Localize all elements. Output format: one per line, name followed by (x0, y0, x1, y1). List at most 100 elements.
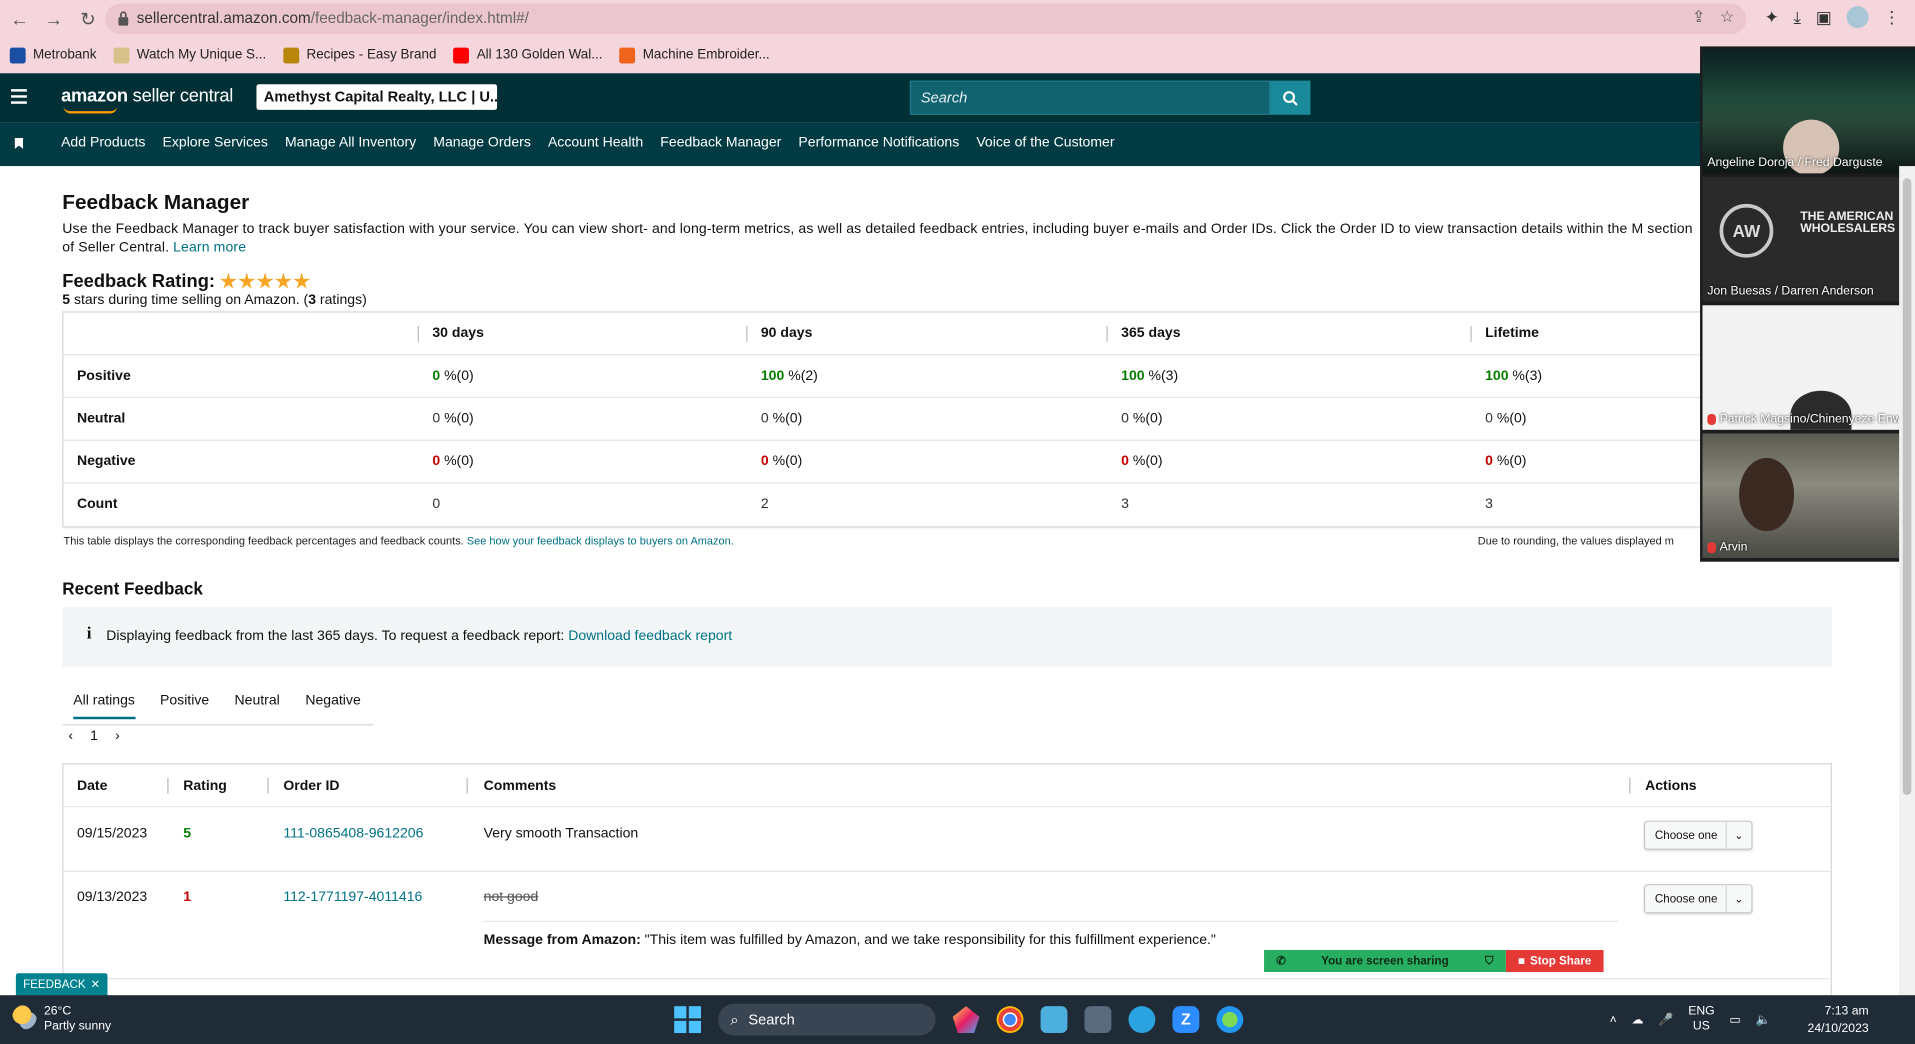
order-id-link[interactable]: 111-0865408-9612206 (283, 827, 423, 842)
zoom-icon[interactable]: Z (1172, 1006, 1200, 1034)
download-report-link[interactable]: Download feedback report (568, 629, 732, 644)
nav-item[interactable]: Performance Notifications (798, 136, 959, 151)
chevron-up-icon[interactable]: ˄ (1610, 1013, 1617, 1026)
weather-widget[interactable]: 26°C Partly sunny (12, 1004, 111, 1034)
bookmark-item[interactable]: Recipes - Easy Brand (283, 47, 436, 63)
screen-share-bar: ✆ You are screen sharing ⛉ ■ Stop Share (1264, 950, 1604, 972)
bookmark-item[interactable]: Watch My Unique S... (113, 47, 266, 63)
info-icon: i (86, 625, 92, 644)
bookmark-favicon-icon (619, 47, 636, 63)
reload-icon[interactable]: ↻ (76, 7, 100, 31)
amazon-seller-central-logo[interactable]: amazon seller central (61, 85, 233, 114)
nav-item[interactable]: Feedback Manager (660, 136, 781, 151)
page-description: Use the Feedback Manager to track buyer … (62, 222, 1693, 256)
video-tile[interactable]: Arvin (1702, 433, 1915, 559)
share-icon[interactable]: ⇪ (1692, 7, 1705, 27)
download-icon[interactable]: ⤓ (1794, 7, 1802, 28)
star-icon (293, 272, 310, 289)
bookmark-item[interactable]: Machine Embroider... (619, 47, 770, 63)
address-bar[interactable]: sellercentral.amazon.com/feedback-manage… (105, 3, 1747, 35)
video-tile[interactable]: AW THE AMERICAN WHOLESALERS Jon Buesas /… (1702, 177, 1915, 302)
search-field[interactable] (909, 80, 1271, 115)
nav-item[interactable]: Voice of the Customer (976, 136, 1114, 151)
extensions-icon[interactable]: ✦ (1765, 7, 1779, 28)
feedback-rating: Feedback Rating: (62, 271, 310, 292)
microphone-icon[interactable]: 🎤 (1658, 1013, 1673, 1026)
sidepanel-icon[interactable]: ▣ (1816, 7, 1832, 28)
tab-positive[interactable]: Positive (160, 694, 209, 709)
tab-negative[interactable]: Negative (305, 694, 360, 709)
metrics-column-header: Lifetime (1485, 326, 1539, 341)
nav-item[interactable]: Manage Orders (433, 136, 531, 151)
taskbar-search[interactable]: ⌕ Search (718, 1003, 936, 1036)
start-button[interactable] (674, 1006, 702, 1034)
learn-more-link[interactable]: Learn more (173, 241, 246, 256)
back-icon[interactable]: ← (7, 7, 31, 31)
bookmark-item[interactable]: All 130 Golden Wal... (453, 47, 602, 63)
metrics-column-header: 365 days (1121, 326, 1181, 341)
menu-dots-icon[interactable]: ⋮ (1883, 7, 1900, 28)
feedback-header-row: Date Rating Order ID Comments Actions (63, 764, 1831, 808)
phone-icon: ✆ (1276, 954, 1286, 968)
cloud-icon[interactable]: ☁ (1631, 1013, 1643, 1026)
awl-logo: AW (1719, 203, 1774, 258)
action-select[interactable]: Choose one ⌄ (1643, 884, 1753, 914)
tab-all-ratings[interactable]: All ratings (73, 694, 135, 720)
feedback-column-header: Rating (183, 779, 227, 794)
calculator-icon[interactable] (1084, 1006, 1112, 1034)
stop-share-button[interactable]: ■ Stop Share (1505, 950, 1604, 972)
page-number[interactable]: 1 (90, 729, 98, 744)
network-icon[interactable]: ▭ (1729, 1013, 1741, 1026)
hamburger-menu-icon[interactable] (10, 89, 27, 104)
tab-neutral[interactable]: Neutral (234, 694, 279, 709)
search-input[interactable] (911, 81, 1269, 114)
bookmark-item[interactable]: Metrobank (9, 47, 96, 63)
metrics-cell: 0 %(0) (432, 411, 474, 427)
close-icon[interactable]: ✕ (91, 978, 101, 991)
system-tray: ˄ ☁ 🎤 ENG US ▭ 🔈 (1610, 1005, 1771, 1034)
nav-item[interactable]: Add Products (61, 136, 145, 151)
url-text: sellercentral.amazon.com/feedback-manage… (136, 9, 529, 27)
rating-tabs: All ratings Positive Neutral Negative (62, 684, 374, 726)
feedback-display-link[interactable]: See how your feedback displays to buyers… (467, 535, 734, 547)
search-icon: ⌕ (730, 1010, 739, 1028)
chrome-icon[interactable] (996, 1006, 1024, 1034)
nav-item[interactable]: Account Health (548, 136, 643, 151)
metrics-row-label: Count (76, 496, 118, 512)
bookmark-favicon-icon (283, 47, 300, 63)
profile-avatar[interactable] (1846, 6, 1869, 29)
table-note: This table displays the corresponding fe… (63, 534, 734, 548)
prev-page-icon[interactable]: ‹ (68, 729, 73, 744)
bookmark-icon[interactable] (14, 137, 24, 149)
video-tile[interactable]: Patrick Magsino/Chinenyeze Enw (1702, 305, 1915, 430)
nav-item[interactable]: Manage All Inventory (285, 136, 416, 151)
clock[interactable]: 7:13 am 24/10/2023 (1808, 1004, 1869, 1038)
forward-icon[interactable]: → (42, 7, 66, 31)
scroll-thumb[interactable] (1902, 178, 1912, 795)
account-switcher[interactable]: Amethyst Capital Realty, LLC | U... (256, 84, 498, 110)
nav-item[interactable]: Explore Services (162, 136, 267, 151)
app-icon[interactable] (952, 1006, 980, 1034)
notepad-icon[interactable] (1040, 1006, 1068, 1034)
language-indicator[interactable]: ENG US (1688, 1005, 1714, 1034)
search-button[interactable] (1270, 80, 1311, 115)
metrics-cell: 3 (1121, 496, 1129, 512)
metrics-cell: 0 %(0) (760, 454, 803, 469)
volume-icon[interactable]: 🔈 (1756, 1013, 1771, 1026)
video-tile[interactable]: Angeline Doroja / Fred Darguste (1702, 48, 1915, 174)
bookmark-star-icon[interactable]: ☆ (1720, 7, 1734, 27)
order-id-link[interactable]: 112-1771197-4011416 (283, 890, 422, 905)
feedback-tab[interactable]: FEEDBACK ✕ (15, 973, 108, 997)
page-scrollbar[interactable] (1899, 166, 1915, 996)
shield-icon: ⛉ (1484, 954, 1494, 968)
telegram-icon[interactable] (1128, 1006, 1156, 1034)
recent-feedback-title: Recent Feedback (62, 578, 203, 599)
metrics-cell: 0 %(0) (760, 411, 803, 427)
star-icon (256, 272, 274, 289)
action-select[interactable]: Choose one ⌄ (1643, 820, 1753, 850)
table-row: 09/15/2023 5 111-0865408-9612206 Very smoot… (63, 808, 1831, 872)
next-page-icon[interactable]: › (115, 729, 120, 744)
browser-app-icon[interactable] (1216, 1006, 1244, 1034)
metrics-row: Negative 0 %(0) 0 %(0) 0 %(0) 0 %(0) (63, 441, 1704, 484)
video-call-panel: Angeline Doroja / Fred Darguste AW THE A… (1700, 46, 1915, 562)
